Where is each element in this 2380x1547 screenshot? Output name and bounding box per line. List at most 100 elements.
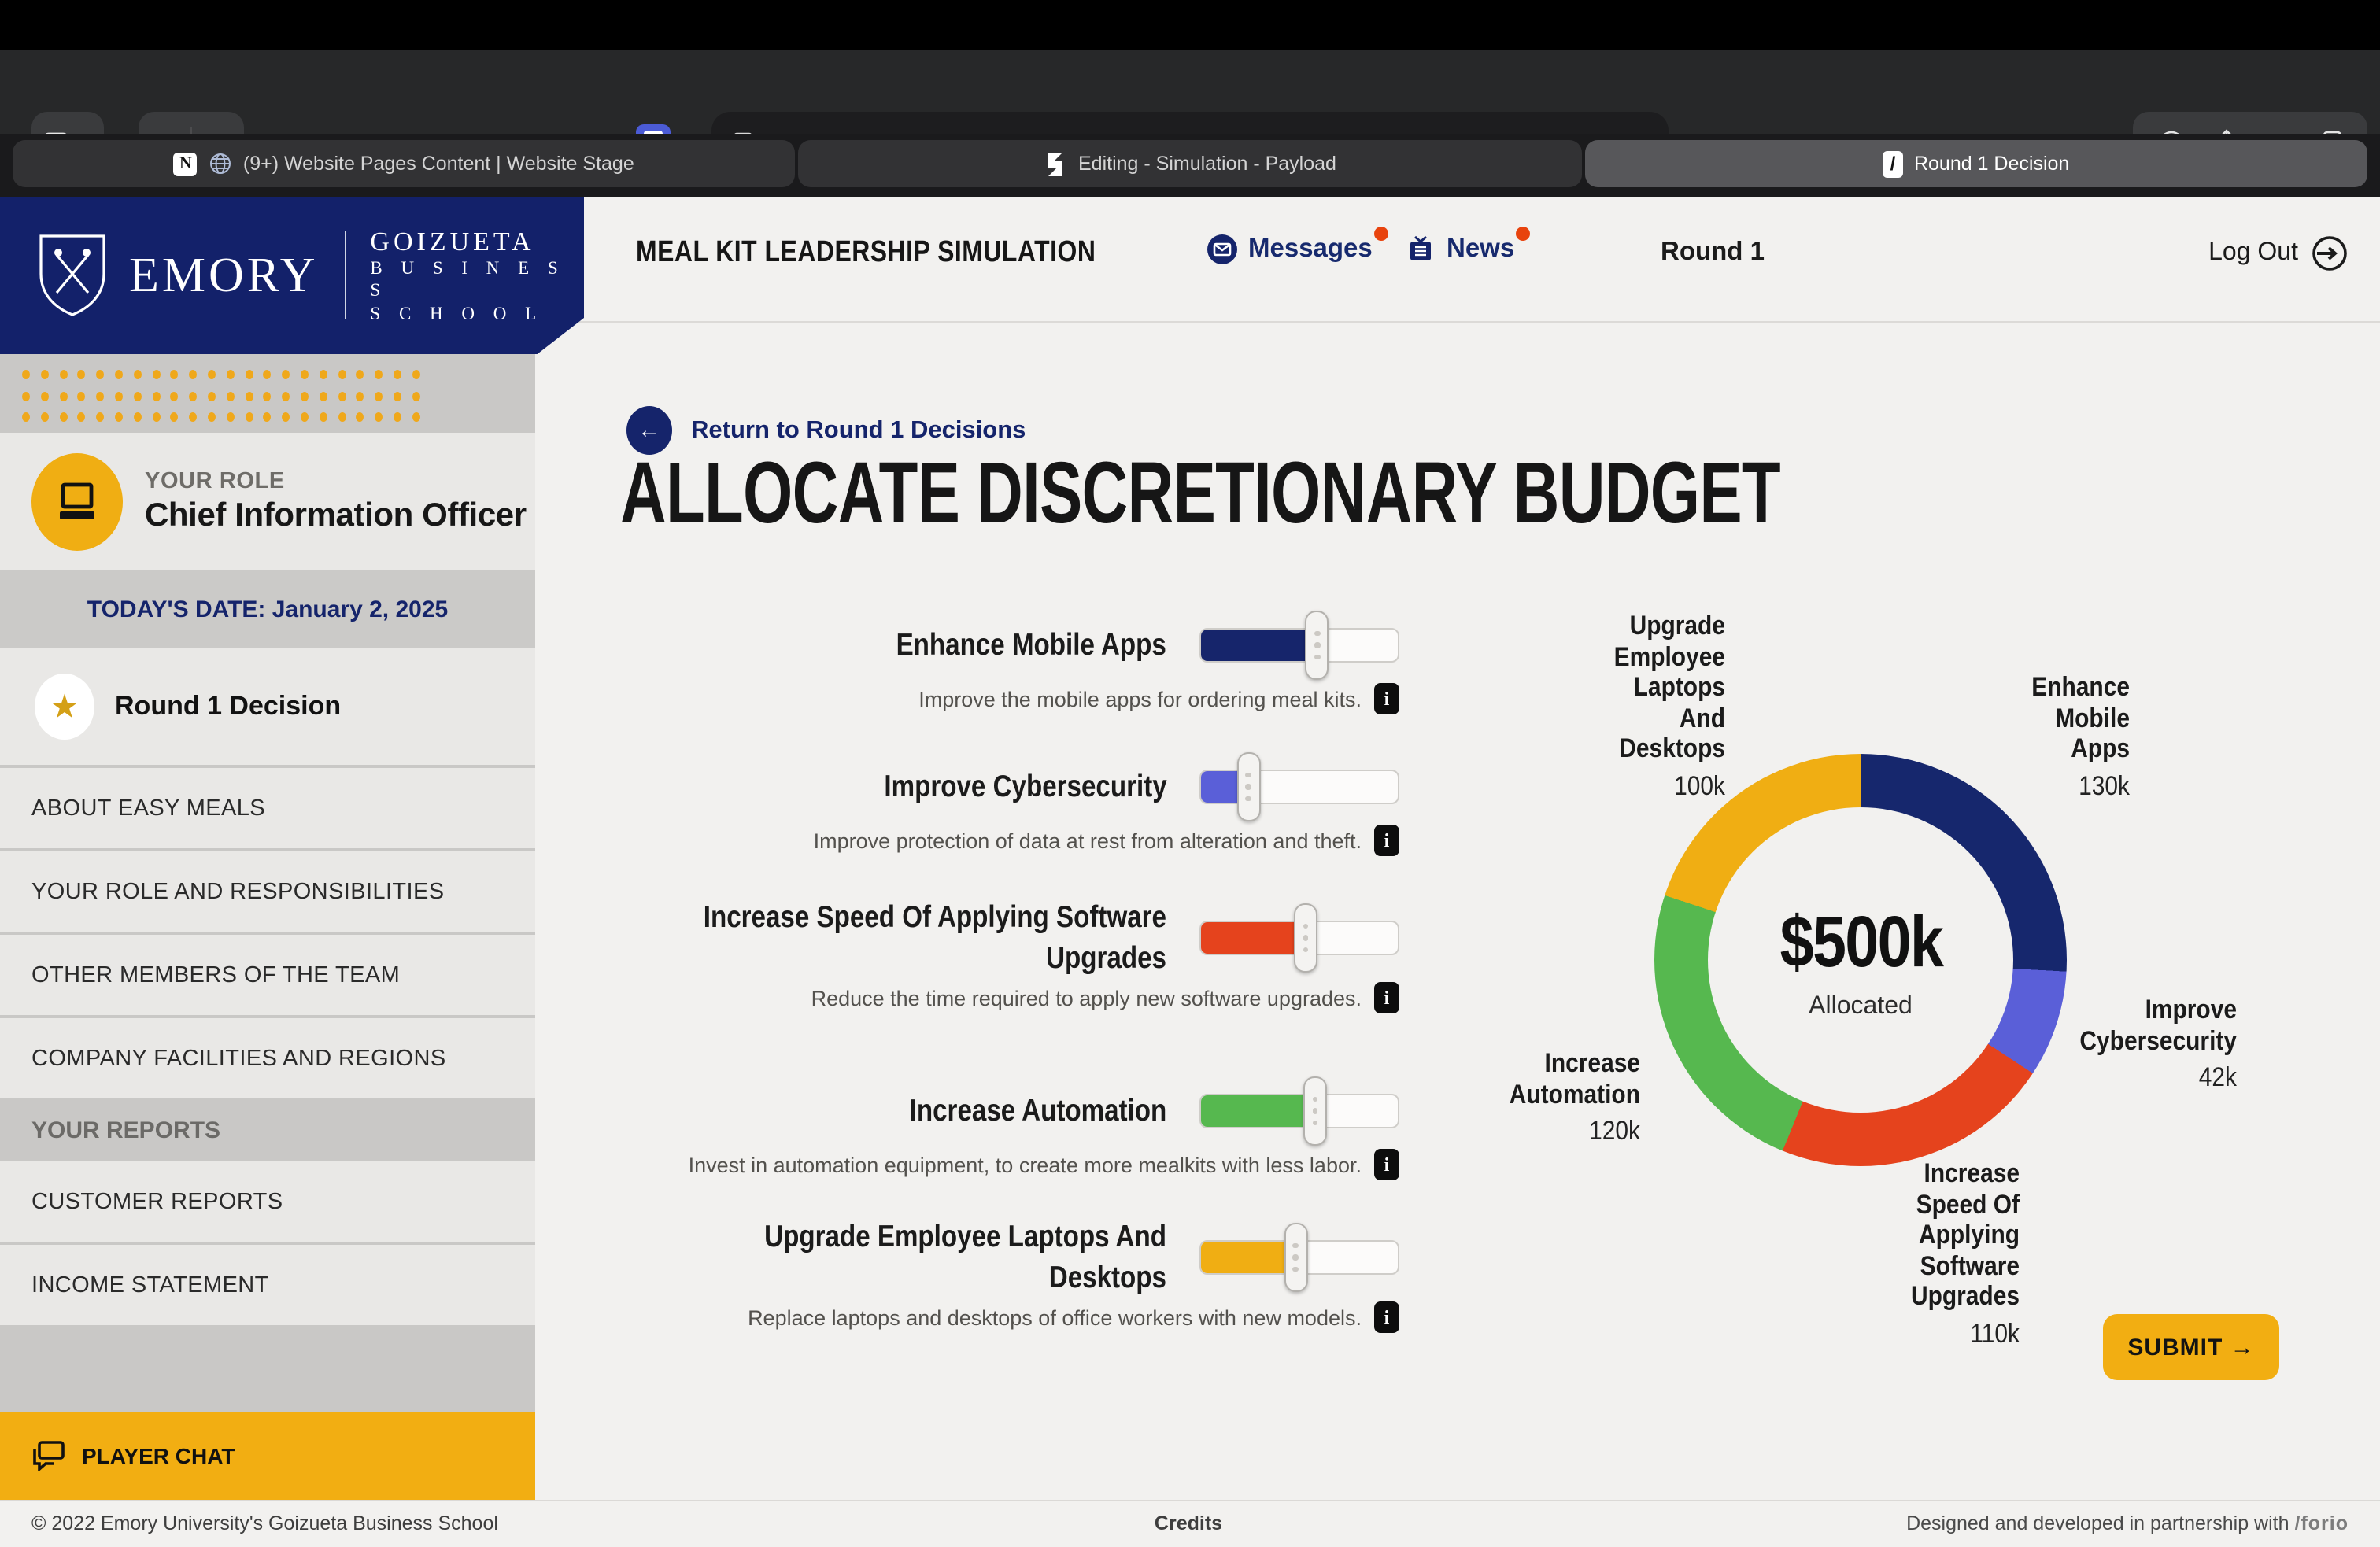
sidebar-item-customer-reports[interactable]: CUSTOMER REPORTS [0, 1161, 535, 1242]
slider-thumb[interactable] [1303, 1076, 1327, 1146]
credits-link[interactable]: Credits [1155, 1512, 1222, 1534]
segment-value: 42k [2029, 1062, 2237, 1093]
dot-pattern [0, 354, 535, 433]
browser-tab-3[interactable]: /Round 1 Decision [1584, 140, 2367, 187]
sidebar-item-your-role-and-responsibilities[interactable]: YOUR ROLE AND RESPONSIBILITIES [0, 851, 535, 932]
segment-value: 110k [1874, 1318, 2020, 1349]
donut-label-2: Improve Cybersecurity 42k [2029, 995, 2237, 1093]
footer: © 2022 Emory University's Goizueta Busin… [0, 1500, 2380, 1547]
slider-row-3: Increase Speed Of Applying Software Upgr… [606, 897, 1399, 1013]
segment-value: 130k [2005, 770, 2130, 801]
slider-fill [1201, 630, 1318, 661]
info-icon[interactable]: i [1374, 1149, 1399, 1180]
info-icon[interactable]: i [1374, 683, 1399, 714]
sidebar-reports: CUSTOMER REPORTSINCOME STATEMENT [0, 1158, 535, 1325]
slider-thumb[interactable] [1294, 903, 1318, 973]
segment-name: Upgrade Employee Laptops And Desktops [1587, 611, 1725, 764]
sidebar-item-about-easy-meals[interactable]: ABOUT EASY MEALS [0, 768, 535, 848]
slider-fill [1201, 1242, 1295, 1273]
news-label: News [1447, 234, 1514, 264]
goizueta-wordmark: GOIZUETA B U S I N E S S S C H O O L [370, 225, 584, 327]
segment-value: 120k [1474, 1116, 1640, 1146]
submit-button[interactable]: SUBMIT → [2103, 1314, 2279, 1380]
slider-label: Upgrade Employee Laptops And Desktops [690, 1217, 1166, 1298]
donut-label-4: Increase Automation 120k [1474, 1048, 1640, 1146]
copyright-text: © 2022 Emory University's Goizueta Busin… [31, 1512, 498, 1534]
slider-track[interactable] [1199, 770, 1399, 804]
slider-label: Enhance Mobile Apps [896, 625, 1166, 666]
slider-description: Replace laptops and desktops of office w… [748, 1305, 1362, 1329]
slider-description: Reduce the time required to apply new so… [811, 986, 1362, 1010]
info-icon[interactable]: i [1374, 1301, 1399, 1333]
slider-label: Increase Speed Of Applying Software Upgr… [690, 897, 1166, 979]
tab-title: (9+) Website Pages Content | Website Sta… [243, 153, 634, 175]
sidebar-filler [0, 1325, 535, 1412]
segment-name: Improve Cybersecurity [2029, 995, 2237, 1056]
logo-divider [346, 231, 347, 319]
slider-label: Improve Cybersecurity [884, 766, 1166, 807]
sidebar-item-round-1-decision[interactable]: ★ Round 1 Decision [0, 648, 535, 765]
slash-badge-icon: / [1883, 150, 1903, 177]
slider-fill [1201, 922, 1306, 954]
page: MEAL KIT LEADERSHIP SIMULATION Messages … [0, 197, 2380, 1500]
browser-tab-1[interactable]: N (9+) Website Pages Content | Website St… [13, 140, 796, 187]
partnership-text: Designed and developed in partnership wi… [1906, 1512, 2349, 1534]
news-button[interactable]: News [1406, 234, 1514, 264]
donut-label-5: Upgrade Employee Laptops And Desktops 100… [1587, 611, 1725, 801]
tab-title: Editing - Simulation - Payload [1078, 153, 1336, 175]
segment-name: Increase Speed Of Applying Software Upgr… [1874, 1158, 2020, 1312]
browser-tab-2[interactable]: Editing - Simulation - Payload [799, 140, 1582, 187]
round-indicator: Round 1 [1661, 238, 1765, 268]
notion-icon: N [174, 152, 198, 175]
slider-row-4: Increase Automation Invest in automation … [606, 1076, 1399, 1180]
screen: ▼ ‹ › forio.com ⟳ + [0, 0, 2380, 1545]
allocated-label: Allocated [1809, 993, 1913, 1021]
slider-track[interactable] [1199, 1240, 1399, 1275]
sidebar-item-other-members-of-the-team[interactable]: OTHER MEMBERS OF THE TEAM [0, 935, 535, 1015]
slider-thumb[interactable] [1284, 1223, 1307, 1292]
emory-shield-icon [38, 233, 107, 318]
slider-track[interactable] [1199, 1094, 1399, 1128]
logout-label: Log Out [2208, 239, 2298, 268]
messages-badge [1374, 227, 1388, 241]
chat-icon [31, 1440, 66, 1471]
menu-bar [0, 0, 2380, 50]
slider-thumb[interactable] [1236, 752, 1260, 821]
emory-wordmark: EMORY [129, 247, 319, 304]
browser-toolbar: ▼ ‹ › forio.com ⟳ + [0, 50, 2380, 134]
slider-track[interactable] [1199, 628, 1399, 663]
logout-button[interactable]: Log Out [2208, 234, 2349, 272]
segment-name: Increase Automation [1474, 1048, 1640, 1109]
date-banner: TODAY'S DATE: January 2, 2025 [0, 570, 535, 648]
allocated-total: $500k [1779, 899, 1942, 984]
info-icon[interactable]: i [1374, 825, 1399, 856]
slider-description: Improve the mobile apps for ordering mea… [918, 687, 1362, 711]
info-icon[interactable]: i [1374, 982, 1399, 1013]
segment-value: 100k [1587, 770, 1725, 801]
slider-row-1: Enhance Mobile Apps Improve the mobile ap… [606, 611, 1399, 714]
logout-icon [2311, 234, 2349, 272]
sidebar-item-income-statement[interactable]: INCOME STATEMENT [0, 1245, 535, 1325]
role-heading: YOUR ROLE [145, 468, 527, 493]
messages-label: Messages [1248, 234, 1373, 264]
news-icon [1406, 234, 1436, 264]
slider-row-5: Upgrade Employee Laptops And Desktops Rep… [606, 1217, 1399, 1333]
app-title: MEAL KIT LEADERSHIP SIMULATION [636, 236, 1096, 271]
emory-logo: EMORY GOIZUETA B U S I N E S S S C H O O… [0, 197, 584, 354]
role-name: Chief Information Officer [145, 497, 527, 534]
sidebar-item-company-facilities-and-regions[interactable]: COMPANY FACILITIES AND REGIONS [0, 1018, 535, 1098]
donut-center: $500k Allocated [1708, 807, 2013, 1113]
donut-label-3: Increase Speed Of Applying Software Upgr… [1874, 1158, 2020, 1349]
slider-description: Invest in automation equipment, to creat… [689, 1153, 1362, 1176]
player-chat-button[interactable]: PLAYER CHAT [0, 1412, 535, 1500]
computer-icon [31, 452, 123, 550]
tab-bar: N (9+) Website Pages Content | Website St… [0, 134, 2380, 197]
slider-label: Increase Automation [909, 1091, 1166, 1132]
segment-name: Enhance Mobile Apps [2005, 672, 2130, 764]
messages-icon [1207, 234, 1237, 264]
slider-thumb[interactable] [1306, 611, 1329, 680]
sidebar-nav: ABOUT EASY MEALSYOUR ROLE AND RESPONSIBI… [0, 765, 535, 1098]
slider-row-2: Improve CybersecurityImprove protection … [606, 752, 1399, 856]
messages-button[interactable]: Messages [1207, 234, 1373, 264]
slider-track[interactable] [1199, 921, 1399, 955]
